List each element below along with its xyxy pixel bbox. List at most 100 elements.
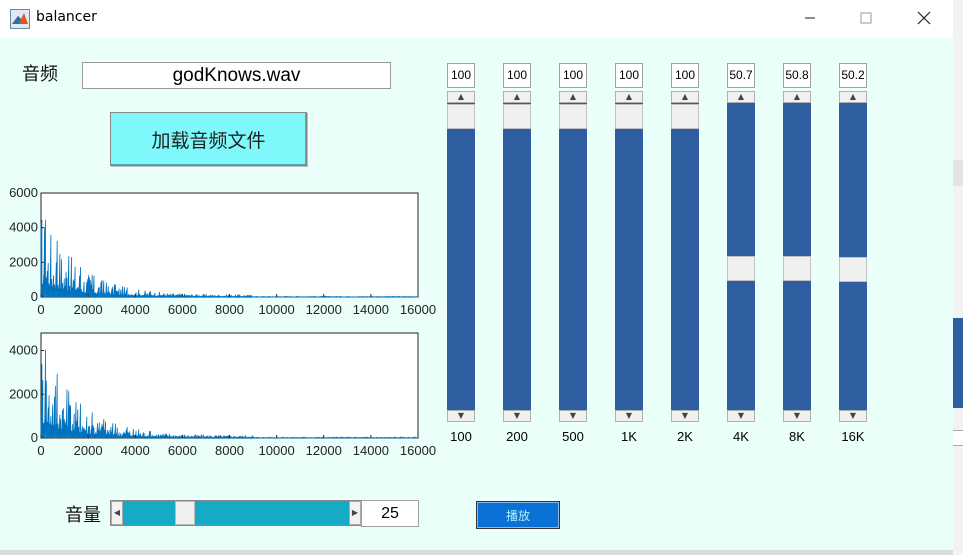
slider-down-arrow-icon[interactable]: ▼ — [671, 410, 699, 422]
matlab-icon — [10, 9, 30, 29]
play-button[interactable]: 播放 — [476, 501, 560, 529]
background-edge-block — [953, 160, 963, 186]
filtered-spectrum-plot: 0 2000 4000 0 2000 4000 6000 8000 10000 12000 1400… — [0, 325, 445, 465]
slider-left-arrow-icon[interactable]: ◀ — [111, 501, 123, 525]
slider-right-arrow-icon[interactable]: ▶ — [349, 501, 361, 525]
plot-area — [40, 192, 419, 298]
eq-slider[interactable]: ▲ ▼ — [783, 91, 811, 422]
volume-slider[interactable]: ◀ ▶ — [110, 500, 362, 526]
close-button[interactable] — [896, 0, 952, 36]
slider-up-arrow-icon[interactable]: ▲ — [727, 91, 755, 103]
eq-band-label: 2K — [677, 429, 693, 444]
eq-band-label: 200 — [506, 429, 528, 444]
background-edge-block — [953, 430, 963, 446]
eq-band-label: 4K — [733, 429, 749, 444]
x-tick-label: 4000 — [121, 302, 150, 317]
y-tick-label: 6000 — [9, 185, 38, 200]
volume-slider-thumb[interactable] — [175, 501, 195, 525]
slider-down-arrow-icon[interactable]: ▼ — [447, 410, 475, 422]
eq-value-field[interactable]: 100 — [447, 63, 475, 88]
slider-down-arrow-icon[interactable]: ▼ — [727, 410, 755, 422]
x-tick-label: 10000 — [259, 302, 295, 317]
eq-slider-thumb[interactable] — [727, 256, 755, 282]
slider-up-arrow-icon[interactable]: ▲ — [839, 91, 867, 103]
x-tick-label: 16000 — [400, 302, 436, 317]
slider-up-arrow-icon[interactable]: ▲ — [783, 91, 811, 103]
y-tick-label: 2000 — [9, 254, 38, 269]
volume-value-field[interactable]: 25 — [361, 500, 419, 527]
x-tick-label: 12000 — [306, 443, 342, 458]
x-tick-label: 2000 — [74, 443, 103, 458]
slider-up-arrow-icon[interactable]: ▲ — [447, 91, 475, 103]
y-tick-label: 4000 — [9, 343, 38, 358]
slider-down-arrow-icon[interactable]: ▼ — [839, 410, 867, 422]
taskbar-edge — [0, 550, 953, 555]
y-tick-label: 4000 — [9, 220, 38, 235]
eq-slider-thumb[interactable] — [615, 104, 643, 129]
eq-slider-thumb[interactable] — [783, 256, 811, 282]
eq-slider[interactable]: ▲ ▼ — [615, 91, 643, 422]
eq-slider-thumb[interactable] — [447, 104, 475, 129]
eq-value-field[interactable]: 100 — [503, 63, 531, 88]
minimize-button[interactable] — [782, 0, 838, 36]
plot-area — [40, 332, 419, 439]
eq-band-label: 16K — [841, 429, 865, 444]
eq-value-field[interactable]: 50.8 — [783, 63, 811, 88]
x-tick-label: 14000 — [353, 302, 389, 317]
eq-value-field[interactable]: 50.7 — [727, 63, 755, 88]
x-tick-label: 6000 — [168, 302, 197, 317]
y-tick-label: 2000 — [9, 386, 38, 401]
eq-slider[interactable]: ▲ ▼ — [559, 91, 587, 422]
x-tick-label: 4000 — [121, 443, 150, 458]
maximize-icon — [860, 12, 872, 24]
x-tick-label: 2000 — [74, 302, 103, 317]
slider-up-arrow-icon[interactable]: ▲ — [503, 91, 531, 103]
slider-down-arrow-icon[interactable]: ▼ — [615, 410, 643, 422]
eq-value-field[interactable]: 100 — [615, 63, 643, 88]
load-audio-button[interactable]: 加载音频文件 — [110, 112, 307, 166]
filtered-spectrum-axes: 0200040000 2000 4000 6000 8000 10000 12000 1400… — [9, 332, 436, 458]
eq-band-label: 8K — [789, 429, 805, 444]
close-icon — [917, 11, 931, 25]
x-tick-label: 0 — [37, 443, 44, 458]
background-window-edge — [953, 0, 963, 555]
eq-slider-thumb[interactable] — [559, 104, 587, 129]
title-bar: balancer — [0, 0, 963, 38]
eq-slider[interactable]: ▲ ▼ — [671, 91, 699, 422]
x-tick-label: 6000 — [168, 443, 197, 458]
x-tick-label: 14000 — [353, 443, 389, 458]
eq-slider-thumb[interactable] — [839, 257, 867, 283]
eq-slider[interactable]: ▲ ▼ — [447, 91, 475, 422]
slider-up-arrow-icon[interactable]: ▲ — [615, 91, 643, 103]
x-tick-label: 0 — [37, 302, 44, 317]
slider-up-arrow-icon[interactable]: ▲ — [671, 91, 699, 103]
maximize-button[interactable] — [838, 0, 894, 36]
filename-field[interactable]: godKnows.wav — [82, 62, 391, 89]
eq-value-field[interactable]: 100 — [671, 63, 699, 88]
eq-band-label: 100 — [450, 429, 472, 444]
eq-slider[interactable]: ▲ ▼ — [839, 91, 867, 422]
x-tick-label: 16000 — [400, 443, 436, 458]
x-tick-label: 8000 — [215, 302, 244, 317]
slider-up-arrow-icon[interactable]: ▲ — [559, 91, 587, 103]
eq-slider-thumb[interactable] — [503, 104, 531, 129]
window-title: balancer — [36, 9, 97, 25]
eq-value-field[interactable]: 50.2 — [839, 63, 867, 88]
audio-label: 音频 — [22, 64, 58, 85]
eq-slider-thumb[interactable] — [671, 104, 699, 129]
slider-down-arrow-icon[interactable]: ▼ — [559, 410, 587, 422]
slider-down-arrow-icon[interactable]: ▼ — [503, 410, 531, 422]
eq-value-field[interactable]: 100 — [559, 63, 587, 88]
eq-slider[interactable]: ▲ ▼ — [727, 91, 755, 422]
volume-label: 音量 — [65, 505, 101, 526]
original-spectrum-plot: 0 2000 4000 6000 0 2000 4000 6000 8000 10000 12000… — [0, 185, 445, 320]
background-edge-block — [953, 318, 963, 408]
x-tick-label: 10000 — [259, 443, 295, 458]
minimize-icon — [805, 17, 815, 19]
x-tick-label: 8000 — [215, 443, 244, 458]
eq-band-label: 500 — [562, 429, 584, 444]
slider-down-arrow-icon[interactable]: ▼ — [783, 410, 811, 422]
eq-band-label: 1K — [621, 429, 637, 444]
original-spectrum-axes: 02000400060000 2000 4000 6000 8000 10000 12000… — [9, 185, 436, 317]
eq-slider[interactable]: ▲ ▼ — [503, 91, 531, 422]
